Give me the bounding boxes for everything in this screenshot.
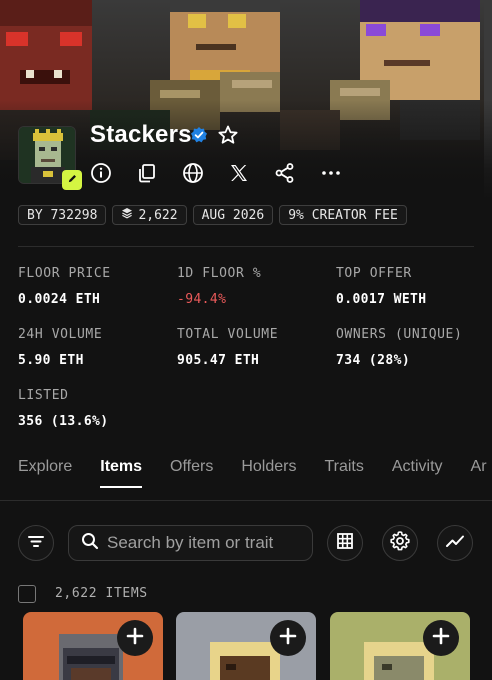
plus-icon [431, 626, 451, 651]
verified-icon [190, 126, 208, 149]
stat-floor-change: 1D FLOOR % -94.4% [177, 266, 262, 307]
plus-icon [125, 626, 145, 651]
stat-floor-price: FLOOR PRICE 0.0024 ETH [18, 266, 111, 307]
pencil-icon [67, 171, 78, 189]
filter-button[interactable] [18, 525, 54, 561]
copy-icon[interactable] [136, 160, 182, 186]
creator-chip[interactable]: BY 732298 [18, 205, 107, 225]
grid-view-button[interactable] [327, 525, 363, 561]
x-logo-icon[interactable] [228, 160, 274, 186]
add-to-cart-button[interactable] [423, 620, 459, 656]
stat-total-volume: TOTAL VOLUME 905.47 ETH [177, 327, 279, 368]
tab-activity[interactable]: Activity [392, 458, 443, 476]
stat-listed: LISTED 356 (13.6%) [18, 388, 109, 429]
supply-chip: 2,622 [112, 205, 187, 225]
globe-icon[interactable] [182, 160, 228, 186]
analytics-button[interactable] [437, 525, 473, 561]
stat-top-offer: TOP OFFER 0.0017 WETH [336, 266, 427, 307]
tabs-divider [0, 500, 492, 501]
items-count: 2,622 ITEMS [55, 586, 148, 601]
search-icon [81, 532, 99, 555]
gear-icon [389, 530, 411, 557]
edit-badge[interactable] [62, 170, 82, 190]
stat-24h-volume: 24H VOLUME 5.90 ETH [18, 327, 103, 368]
tab-items[interactable]: Items [100, 458, 142, 488]
select-all-checkbox[interactable] [18, 585, 36, 603]
grid-icon [335, 531, 355, 556]
collection-title: Stackers [90, 121, 192, 148]
more-icon[interactable] [320, 160, 366, 186]
layers-icon [121, 207, 133, 223]
share-icon[interactable] [274, 160, 320, 186]
search-input[interactable] [107, 533, 307, 553]
filter-icon [26, 531, 46, 556]
info-icon[interactable] [90, 160, 136, 186]
settings-button[interactable] [382, 525, 418, 561]
add-to-cart-button[interactable] [270, 620, 306, 656]
tab-traits[interactable]: Traits [324, 458, 363, 476]
collection-chips: BY 732298 2,622 AUG 2026 9% CREATOR FEE [18, 205, 407, 225]
add-to-cart-button[interactable] [117, 620, 153, 656]
search-bar [68, 525, 313, 561]
creator-fee-chip: 9% CREATOR FEE [279, 205, 407, 225]
stat-owners: OWNERS (UNIQUE) 734 (28%) [336, 327, 463, 368]
date-chip: AUG 2026 [192, 205, 274, 225]
divider [18, 246, 474, 247]
collection-tabs: Explore Items Offers Holders Traits Acti… [18, 458, 492, 488]
tab-offers[interactable]: Offers [170, 458, 213, 476]
collection-actions [90, 160, 366, 186]
tab-analytics[interactable]: Ar [471, 458, 487, 476]
tab-holders[interactable]: Holders [241, 458, 296, 476]
plus-icon [278, 626, 298, 651]
favorite-star-icon[interactable] [217, 124, 239, 151]
trend-line-icon [445, 531, 465, 556]
tab-explore[interactable]: Explore [18, 458, 72, 476]
